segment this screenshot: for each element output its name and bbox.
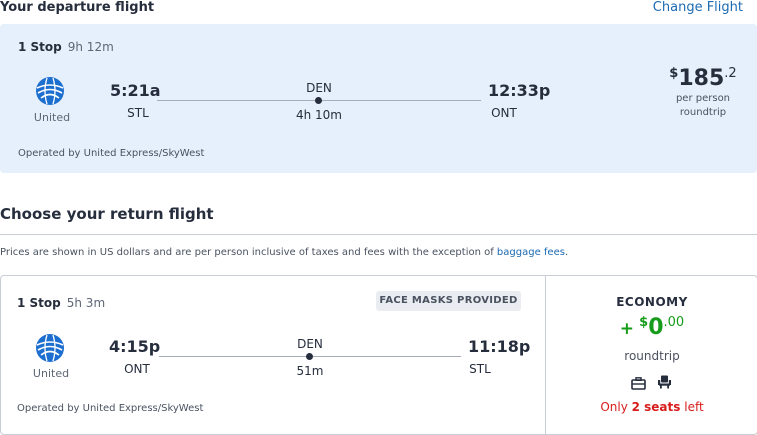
depart-airport-code: ONT [124,362,150,376]
depart-time: 4:15p [109,337,161,356]
price-currency: $ [639,315,649,330]
seats-count: 2 seats [631,400,681,414]
return-price[interactable]: + $0.00 [592,315,712,340]
price-amount: 185 [678,66,725,91]
seat-icon [657,374,672,393]
stops-label: 1 Stop [17,296,61,310]
leg-duration: 51m [296,364,324,378]
arrive-time: 12:33p [488,81,551,100]
carry-on-bag-icon [631,375,646,394]
price-per-person: per person [675,93,731,104]
seats-left: Only 2 seats left [582,400,722,414]
total-duration: 5h 3m [66,296,106,310]
price-roundtrip: roundtrip [624,349,680,363]
stops-label: 1 Stop [18,40,62,54]
baggage-fees-link[interactable]: baggage fees [497,247,565,258]
price-cents: .2 [724,66,737,81]
layover-dot [315,97,322,104]
operated-by: Operated by United Express/SkyWest [17,403,204,414]
price-plus: + [619,319,635,339]
return-heading: Choose your return flight [0,205,214,223]
price-note-text: Prices are shown in US dollars and are p… [0,247,497,258]
arrive-airport-code: STL [469,362,491,376]
card-column-divider [545,275,546,435]
price-note-end: . [564,247,569,258]
operated-by: Operated by United Express/SkyWest [18,148,205,159]
total-duration: 9h 12m [67,40,114,54]
depart-airport-code: STL [127,106,149,120]
seats-suffix: left [680,400,704,414]
price-cents: .00 [663,315,685,330]
seats-prefix: Only [600,400,632,414]
airline-name: United [33,111,71,124]
price-amount: 0 [648,315,664,340]
arrive-airport-code: ONT [491,106,517,120]
layover-dot [306,353,313,360]
departure-heading: Your departure flight [0,0,155,15]
departure-price: $185.2 [643,66,757,91]
united-logo-icon [35,333,65,363]
layover-airport: DEN [297,337,323,351]
price-note: Prices are shown in US dollars and are p… [0,247,568,258]
layover-airport: DEN [306,81,332,95]
face-masks-badge: FACE MASKS PROVIDED [376,291,521,311]
leg-duration: 4h 10m [295,108,342,122]
airline-name: United [32,367,70,380]
depart-time: 5:21a [110,81,161,100]
united-logo-icon [35,76,65,106]
price-currency: $ [669,66,679,81]
return-stops: 1 Stop 5h 3m [17,292,105,311]
section-divider [0,234,757,235]
departure-stops: 1 Stop 9h 12m [18,36,114,55]
arrive-time: 11:18p [468,337,531,356]
change-flight-link[interactable]: Change Flight [653,0,743,15]
price-roundtrip: roundtrip [679,107,727,118]
cabin-class: ECONOMY [616,295,688,309]
